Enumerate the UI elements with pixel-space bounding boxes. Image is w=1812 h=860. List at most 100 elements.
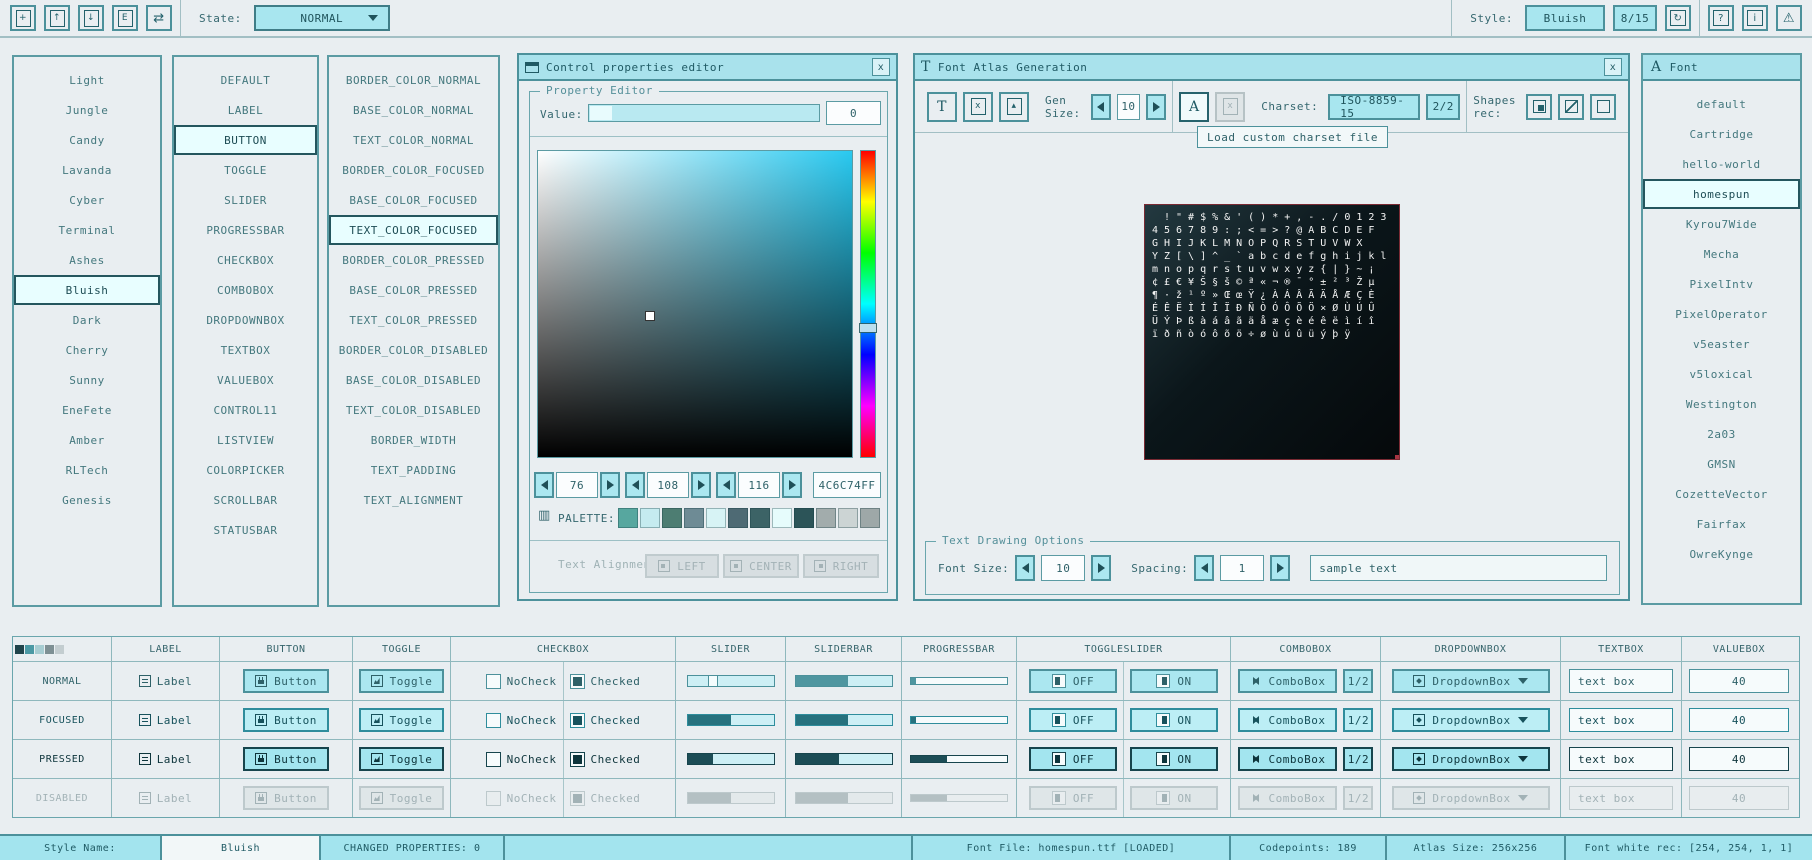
align-center-button[interactable]: CENTER xyxy=(723,554,799,578)
sliderbar-control[interactable] xyxy=(795,753,893,765)
font-list-item[interactable]: hello-world xyxy=(1643,149,1800,179)
control-list-item[interactable]: DROPDOWNBOX xyxy=(174,305,317,335)
font-list-item[interactable]: PixelOperator xyxy=(1643,299,1800,329)
valuebox-control[interactable]: 40 xyxy=(1689,747,1789,771)
atlas-image-button[interactable]: ▴ xyxy=(999,92,1029,122)
style-list-item[interactable]: EneFete xyxy=(14,395,160,425)
hue-bar-handle[interactable] xyxy=(859,323,877,333)
green-increment-button[interactable] xyxy=(691,472,711,498)
green-value-box[interactable]: 108 xyxy=(647,472,689,498)
load-style-button[interactable]: ↑ xyxy=(44,5,70,31)
font-list-item[interactable]: default xyxy=(1643,89,1800,119)
font-list-item[interactable]: 2a03 xyxy=(1643,419,1800,449)
checkbox-unchecked[interactable]: NoCheck xyxy=(486,713,557,728)
sliderbar-control[interactable] xyxy=(795,714,893,726)
property-list-item[interactable]: BORDER_COLOR_NORMAL xyxy=(329,65,498,95)
export-style-button[interactable]: E xyxy=(112,5,138,31)
align-right-button[interactable]: RIGHT xyxy=(803,554,879,578)
charset-custom-button[interactable]: x xyxy=(1215,92,1245,122)
font-list-item[interactable]: Westington xyxy=(1643,389,1800,419)
style-list-item[interactable]: Cherry xyxy=(14,335,160,365)
slider-control[interactable] xyxy=(687,675,775,687)
gen-size-decrement-button[interactable] xyxy=(1091,94,1111,120)
toggle-control[interactable]: Toggle xyxy=(359,708,445,732)
property-list-item[interactable]: TEXT_COLOR_PRESSED xyxy=(329,305,498,335)
font-list-item[interactable]: PixelIntv xyxy=(1643,269,1800,299)
property-list-item[interactable]: TEXT_COLOR_NORMAL xyxy=(329,125,498,155)
toggleslider-off[interactable]: OFF xyxy=(1029,747,1117,771)
gen-size-increment-button[interactable] xyxy=(1146,94,1166,120)
shapes-slash-rec-button[interactable] xyxy=(1558,94,1584,120)
font-atlas-image[interactable]: !"#$%&'()*+,-./0123456789:;<=>?@ABCDEFGH… xyxy=(1144,204,1400,460)
style-list-item[interactable]: Light xyxy=(14,65,160,95)
button-control[interactable]: Button xyxy=(243,747,329,771)
palette-swatch[interactable] xyxy=(640,508,660,528)
property-list-item[interactable]: BORDER_COLOR_PRESSED xyxy=(329,245,498,275)
font-list-item[interactable]: v5loxical xyxy=(1643,359,1800,389)
style-list-item[interactable]: RLTech xyxy=(14,455,160,485)
property-list-item[interactable]: BASE_COLOR_FOCUSED xyxy=(329,185,498,215)
checkbox-unchecked[interactable]: NoCheck xyxy=(486,752,557,767)
font-atlas-titlebar[interactable]: T Font Atlas Generation x xyxy=(915,55,1628,81)
font-list-item[interactable]: OwreKynge xyxy=(1643,539,1800,569)
sample-text-input[interactable]: sample text xyxy=(1310,555,1607,581)
gen-size-value-box[interactable]: 10 xyxy=(1117,94,1141,120)
style-name-button[interactable]: Bluish xyxy=(1525,5,1605,31)
value-slider[interactable] xyxy=(588,104,820,122)
control-list-item[interactable]: SCROLLBAR xyxy=(174,485,317,515)
value-slider-handle[interactable] xyxy=(590,106,612,120)
new-style-button[interactable]: + xyxy=(10,5,36,31)
slider-control[interactable] xyxy=(687,714,775,726)
save-style-button[interactable]: ↓ xyxy=(78,5,104,31)
shapes-outline-rec-button[interactable] xyxy=(1590,94,1616,120)
property-list-item[interactable]: BASE_COLOR_DISABLED xyxy=(329,365,498,395)
style-list-item[interactable]: Candy xyxy=(14,125,160,155)
control-list-item[interactable]: DEFAULT xyxy=(174,65,317,95)
property-list-item[interactable]: TEXT_ALIGNMENT xyxy=(329,485,498,515)
button-control[interactable]: Button xyxy=(243,669,329,693)
spacing-decrement-button[interactable] xyxy=(1194,555,1214,581)
blue-decrement-button[interactable] xyxy=(716,472,736,498)
toggleslider-on[interactable]: ON xyxy=(1130,747,1218,771)
control-list-item[interactable]: BUTTON xyxy=(174,125,317,155)
control-list-item[interactable]: COLORPICKER xyxy=(174,455,317,485)
combobox-control[interactable]: ComboBox xyxy=(1238,669,1338,693)
palette-swatch[interactable] xyxy=(838,508,858,528)
property-list-item[interactable]: BORDER_WIDTH xyxy=(329,425,498,455)
property-list-item[interactable]: TEXT_COLOR_FOCUSED xyxy=(329,215,498,245)
palette-swatch[interactable] xyxy=(750,508,770,528)
style-list-item[interactable]: Ashes xyxy=(14,245,160,275)
button-control[interactable]: Button xyxy=(243,708,329,732)
font-list-item[interactable]: Fairfax xyxy=(1643,509,1800,539)
style-list-item[interactable]: Genesis xyxy=(14,485,160,515)
dropdownbox-control[interactable]: DropdownBox xyxy=(1392,669,1550,693)
control-list-item[interactable]: LABEL xyxy=(174,95,317,125)
blue-value-box[interactable]: 116 xyxy=(738,472,780,498)
palette-swatch[interactable] xyxy=(618,508,638,528)
value-box[interactable]: 0 xyxy=(826,101,881,125)
property-list-item[interactable]: BASE_COLOR_NORMAL xyxy=(329,95,498,125)
font-list-item[interactable]: Mecha xyxy=(1643,239,1800,269)
textbox-control[interactable]: text box xyxy=(1569,747,1673,771)
font-list-item[interactable]: Cartridge xyxy=(1643,119,1800,149)
style-list-item[interactable]: Sunny xyxy=(14,365,160,395)
combobox-count[interactable]: 1/2 xyxy=(1343,708,1373,732)
shapes-white-rec-button[interactable] xyxy=(1526,94,1552,120)
reload-style-button[interactable]: ↻ xyxy=(1665,5,1691,31)
checkbox-checked[interactable]: Checked xyxy=(570,752,641,767)
sliderbar-control[interactable] xyxy=(795,675,893,687)
valuebox-control[interactable]: 40 xyxy=(1689,708,1789,732)
font-list-item[interactable]: CozetteVector xyxy=(1643,479,1800,509)
style-list-item[interactable]: Jungle xyxy=(14,95,160,125)
report-issue-button[interactable]: ⚠ xyxy=(1776,5,1802,31)
toggleslider-on[interactable]: ON xyxy=(1130,669,1218,693)
checkbox-checked[interactable]: Checked xyxy=(570,674,641,689)
style-list-item[interactable]: Bluish xyxy=(14,275,160,305)
combobox-control[interactable]: ComboBox xyxy=(1238,747,1338,771)
palette-swatch[interactable] xyxy=(860,508,880,528)
toggle-control[interactable]: Toggle xyxy=(359,669,445,693)
property-list-item[interactable]: TEXT_COLOR_DISABLED xyxy=(329,395,498,425)
style-count-button[interactable]: 8/15 xyxy=(1613,5,1657,31)
textbox-control[interactable]: text box xyxy=(1569,669,1673,693)
state-dropdown[interactable]: NORMAL xyxy=(254,5,390,31)
